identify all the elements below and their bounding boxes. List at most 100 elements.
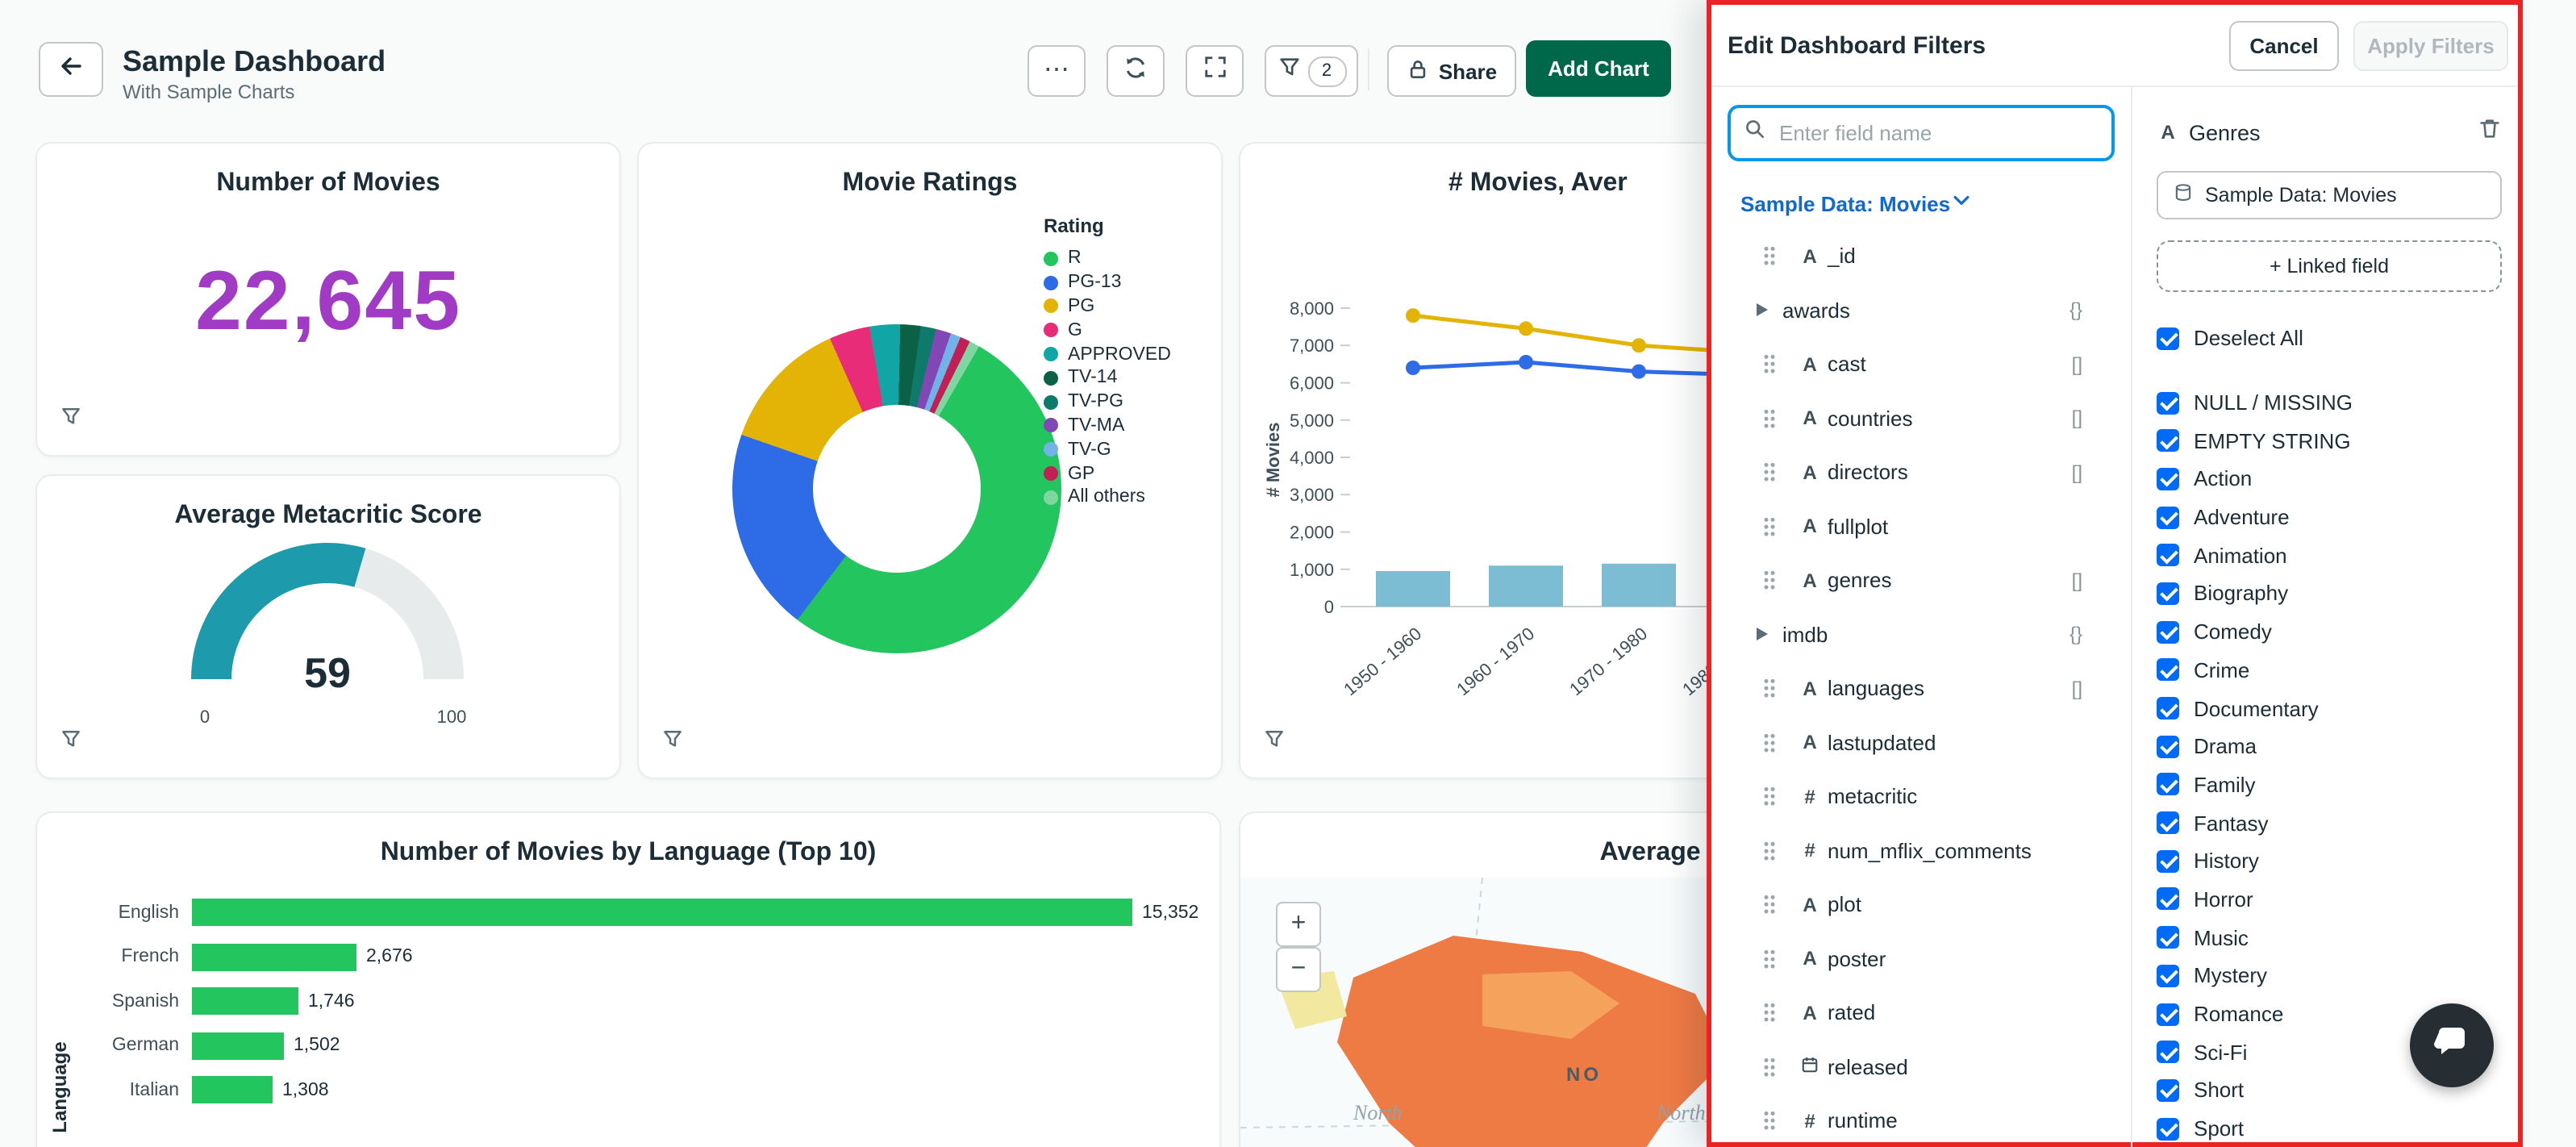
field-row-poster[interactable]: Aposter: [1711, 932, 2131, 986]
field-row-lastupdated[interactable]: Alastupdated: [1711, 715, 2131, 770]
drag-handle-icon[interactable]: [1763, 353, 1776, 375]
field-row-plot[interactable]: Aplot: [1711, 878, 2131, 932]
combo-point[interactable]: [1519, 355, 1533, 369]
checkbox-checked-icon[interactable]: [2157, 658, 2179, 682]
drag-handle-icon[interactable]: [1763, 569, 1776, 591]
checkbox-checked-icon[interactable]: [2157, 429, 2179, 453]
field-search-input[interactable]: [1776, 119, 2099, 147]
combo-point[interactable]: [1632, 338, 1646, 353]
field-row-languages[interactable]: Alanguages []: [1711, 661, 2131, 715]
checkbox-checked-icon[interactable]: [2157, 926, 2179, 949]
field-row-released[interactable]: released: [1711, 1040, 2131, 1094]
chat-launcher-button[interactable]: [2410, 1003, 2494, 1087]
deselect-all-checkbox-row[interactable]: Deselect All: [2157, 319, 2502, 357]
checkbox-checked-icon[interactable]: [2157, 1003, 2179, 1026]
gauge-chart[interactable]: 59 0 100: [37, 476, 619, 778]
genre-option-row[interactable]: EMPTY STRING: [2157, 422, 2502, 460]
drag-handle-icon[interactable]: [1763, 245, 1776, 267]
chart-filter-icon[interactable]: [1263, 728, 1286, 758]
field-row-imdb[interactable]: imdb {}: [1711, 607, 2131, 661]
checkbox-checked-icon[interactable]: [2157, 1078, 2179, 1102]
checkbox-checked-icon[interactable]: [2157, 735, 2179, 758]
genre-option-row[interactable]: Documentary: [2157, 689, 2502, 727]
genre-option-row[interactable]: Music: [2157, 919, 2502, 957]
chart-filter-icon[interactable]: [60, 728, 82, 758]
expand-triangle-icon[interactable]: [1757, 303, 1768, 317]
genre-option-row[interactable]: Horror: [2157, 880, 2502, 918]
combo-point[interactable]: [1632, 364, 1646, 379]
genre-option-row[interactable]: Drama: [2157, 728, 2502, 765]
drag-handle-icon[interactable]: [1763, 948, 1776, 970]
trash-icon[interactable]: [2478, 116, 2502, 148]
language-bar[interactable]: [192, 1032, 284, 1060]
genre-option-row[interactable]: Adventure: [2157, 498, 2502, 536]
drag-handle-icon[interactable]: [1763, 407, 1776, 429]
checkbox-checked-icon[interactable]: [2157, 391, 2179, 415]
chart-filter-icon[interactable]: [661, 728, 684, 758]
checkbox-checked-icon[interactable]: [2157, 849, 2179, 873]
field-row-_id[interactable]: A _id: [1711, 229, 2131, 283]
map-zoom-in-button[interactable]: +: [1276, 902, 1321, 947]
genre-option-row[interactable]: Family: [2157, 765, 2502, 803]
drag-handle-icon[interactable]: [1763, 1110, 1776, 1132]
fullscreen-button[interactable]: [1186, 45, 1244, 97]
add-chart-button[interactable]: Add Chart: [1526, 40, 1671, 97]
checkbox-checked-icon[interactable]: [2157, 887, 2179, 911]
combo-bar[interactable]: [1602, 563, 1676, 607]
more-options-button[interactable]: ⋯: [1027, 45, 1086, 97]
back-button[interactable]: [39, 42, 103, 97]
checkbox-checked-icon[interactable]: [2157, 811, 2179, 835]
genre-option-row[interactable]: Crime: [2157, 651, 2502, 689]
refresh-button[interactable]: [1107, 45, 1165, 97]
genre-option-row[interactable]: Action: [2157, 460, 2502, 498]
genre-option-row[interactable]: Fantasy: [2157, 804, 2502, 842]
field-row-genres[interactable]: Agenres []: [1711, 553, 2131, 607]
expand-triangle-icon[interactable]: [1757, 628, 1768, 641]
combo-point[interactable]: [1519, 321, 1533, 336]
drag-handle-icon[interactable]: [1763, 461, 1776, 483]
field-row-metacritic[interactable]: # metacritic: [1711, 770, 2131, 824]
checkbox-checked-icon[interactable]: [2157, 1041, 2179, 1064]
combo-point[interactable]: [1406, 308, 1420, 323]
apply-filters-button[interactable]: Apply Filters: [2353, 20, 2508, 70]
field-row-cast[interactable]: Acast []: [1711, 337, 2131, 391]
field-row-awards[interactable]: awards {}: [1711, 283, 2131, 337]
genre-option-row[interactable]: Biography: [2157, 574, 2502, 612]
genre-option-row[interactable]: Animation: [2157, 536, 2502, 574]
language-bar[interactable]: [192, 1076, 273, 1104]
genre-option-row[interactable]: Mystery: [2157, 957, 2502, 995]
genre-option-row[interactable]: Comedy: [2157, 613, 2502, 651]
drag-handle-icon[interactable]: [1763, 894, 1776, 916]
drag-handle-icon[interactable]: [1763, 1056, 1776, 1078]
dashboard-filters-button[interactable]: 2: [1265, 45, 1358, 97]
field-row-directors[interactable]: Adirectors []: [1711, 445, 2131, 499]
data-source-header[interactable]: Sample Data: Movies: [1740, 187, 2108, 219]
combo-bar[interactable]: [1489, 565, 1563, 607]
drag-handle-icon[interactable]: [1763, 678, 1776, 699]
genre-option-row[interactable]: Sport: [2157, 1110, 2502, 1147]
drag-handle-icon[interactable]: [1763, 1002, 1776, 1024]
add-linked-field-button[interactable]: + Linked field: [2157, 240, 2502, 292]
field-row-rated[interactable]: Arated: [1711, 986, 2131, 1040]
language-bar[interactable]: [192, 899, 1132, 927]
cancel-button[interactable]: Cancel: [2229, 20, 2339, 70]
combo-bar[interactable]: [1376, 571, 1450, 607]
checkbox-checked-icon[interactable]: [2157, 1117, 2179, 1141]
checkbox-checked-icon[interactable]: [2157, 506, 2179, 529]
language-bar[interactable]: [192, 987, 298, 1016]
drag-handle-icon[interactable]: [1763, 515, 1776, 537]
chart-filter-icon[interactable]: [60, 405, 82, 436]
combo-point[interactable]: [1406, 361, 1420, 375]
drag-handle-icon[interactable]: [1763, 786, 1776, 807]
genre-option-row[interactable]: NULL / MISSING: [2157, 383, 2502, 421]
checkbox-checked-icon[interactable]: [2157, 773, 2179, 796]
drag-handle-icon[interactable]: [1763, 840, 1776, 861]
field-row-fullplot[interactable]: Afullplot: [1711, 499, 2131, 553]
checkbox-checked-icon[interactable]: [2157, 327, 2179, 350]
genre-option-row[interactable]: History: [2157, 842, 2502, 880]
share-button[interactable]: Share: [1387, 45, 1516, 97]
filter-source-chip[interactable]: Sample Data: Movies: [2157, 171, 2502, 219]
checkbox-checked-icon[interactable]: [2157, 964, 2179, 987]
donut-chart[interactable]: [732, 324, 1061, 653]
field-row-num_mflix_comments[interactable]: # num_mflix_comments: [1711, 824, 2131, 878]
